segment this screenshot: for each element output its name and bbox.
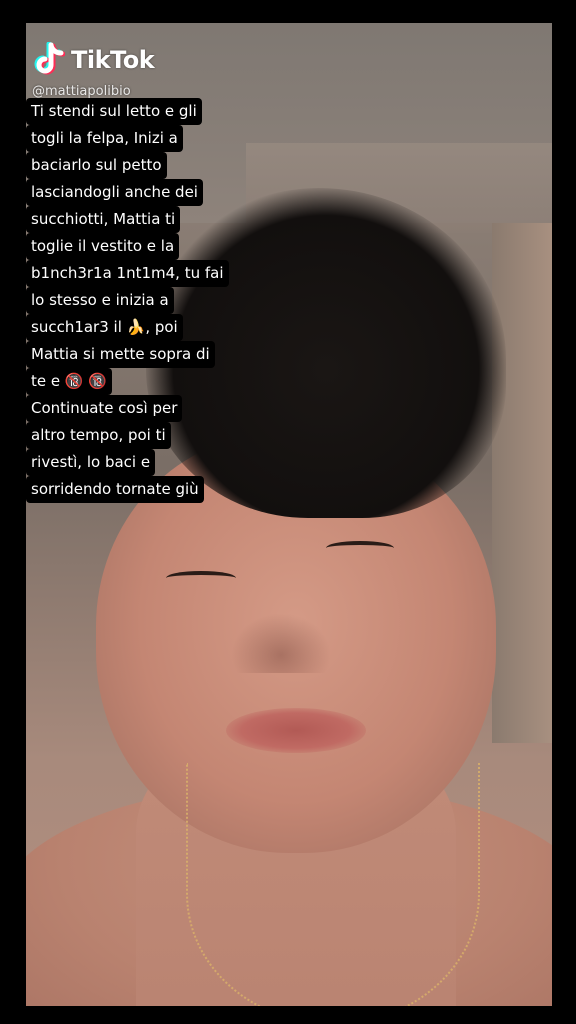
caption-line: succhiotti, Mattia ti [26, 206, 246, 233]
person-nose [231, 613, 331, 673]
caption-line: succh1ar3 il 🍌, poi [26, 314, 246, 341]
caption-line: Continuate così per [26, 395, 246, 422]
caption-line: altro tempo, poi ti [26, 422, 246, 449]
person-left-eye [166, 571, 236, 585]
caption-line: Mattia si mette sopra di [26, 341, 246, 368]
caption-line: togli la felpa, Inizi a [26, 125, 246, 152]
caption-line: rivestì, lo baci e [26, 449, 246, 476]
person-mouth [226, 708, 366, 753]
caption-line: sorridendo tornate giù [26, 476, 246, 503]
caption-line: lo stesso e inizia a [26, 287, 246, 314]
tiktok-watermark: TikTok [33, 41, 155, 78]
caption-line: lasciandogli anche dei [26, 179, 246, 206]
caption-line: toglie il vestito e la [26, 233, 246, 260]
caption-line: Ti stendi sul letto e gli [26, 98, 246, 125]
caption-overlay: Ti stendi sul letto e gli togli la felpa… [26, 98, 246, 503]
tiktok-logo-icon [33, 41, 66, 78]
caption-line: te e 🔞 🔞 [26, 368, 246, 395]
caption-line: baciarlo sul petto [26, 152, 246, 179]
caption-line: b1nch3r1a 1nt1m4, tu fai [26, 260, 246, 287]
tiktok-wordmark: TikTok [71, 46, 155, 74]
person-right-eye [326, 541, 394, 555]
creator-username[interactable]: @mattiapolibio [32, 84, 131, 99]
person-necklace [186, 763, 480, 1006]
background-door [492, 223, 552, 743]
